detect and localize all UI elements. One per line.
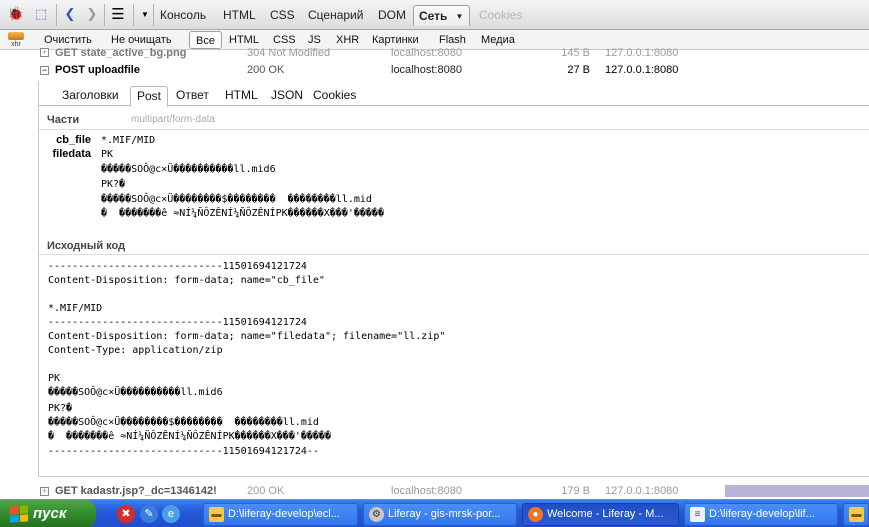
request-status: 200 OK xyxy=(247,485,285,497)
request-url: GET kadastr.jsp?_dc=1346142! xyxy=(55,485,217,497)
collapse-toggle[interactable]: − xyxy=(40,66,49,75)
part-value-line: *.MIF/MID xyxy=(101,135,156,146)
taskbar-window-liferay-console[interactable]: ⚙ Liferay - gis-mrsk-por... xyxy=(363,503,517,526)
part-name-filedata: filedata xyxy=(52,148,91,160)
windows-logo-icon xyxy=(10,505,28,523)
tab-headers[interactable]: Заголовки xyxy=(56,86,125,106)
section-divider xyxy=(39,129,869,130)
firefox-icon: ● xyxy=(528,507,543,522)
tab-dom[interactable]: DOM xyxy=(373,5,411,26)
source-line: Content-Disposition: form-data; name="fi… xyxy=(48,331,446,342)
source-line: PK?� xyxy=(48,403,73,414)
source-line: *.MIF/MID xyxy=(48,303,103,314)
parts-title: Части xyxy=(47,114,80,126)
part-value-line: PK?� xyxy=(101,179,126,190)
source-line: Content-Disposition: form-data; name="cb… xyxy=(48,275,325,286)
parts-content-type: multipart/form-data xyxy=(131,114,215,125)
part-value-line: �����SOÔ@c×Ü��������$�������� ��������ll… xyxy=(101,194,372,205)
quicklaunch-eclipse-icon[interactable]: ✎ xyxy=(140,505,158,523)
gear-icon: ⚙ xyxy=(369,507,384,522)
taskbar-window-firefox[interactable]: ● Welcome - Liferay - M... xyxy=(522,503,679,526)
request-details-panel: Заголовки Post Ответ HTML JSON Cookies Ч… xyxy=(38,81,869,477)
request-status: 304 Not Modified xyxy=(247,47,331,59)
start-button[interactable]: пуск xyxy=(0,500,96,527)
request-status: 200 OK xyxy=(247,64,285,76)
quicklaunch-app-icon[interactable]: ✖ xyxy=(117,505,135,523)
part-name-cb-file: cb_file xyxy=(56,134,91,146)
tab-net-label: Сеть xyxy=(419,9,448,23)
folder-icon: ▬ xyxy=(209,507,224,522)
start-label: пуск xyxy=(33,505,67,522)
request-domain: localhost:8080 xyxy=(391,47,462,59)
task-label: Liferay - gis-mrsk-por... xyxy=(388,508,501,520)
inspect-icon[interactable]: ⬚ xyxy=(31,4,51,24)
menu-dropdown-icon[interactable]: ▼ xyxy=(135,4,155,24)
details-tab-strip: Заголовки Post Ответ HTML JSON Cookies xyxy=(39,84,869,107)
forward-arrow-icon[interactable]: ❯ xyxy=(82,4,102,24)
source-line: -----------------------------11501694121… xyxy=(48,261,307,272)
menu-list-icon[interactable]: ☰ xyxy=(108,4,128,24)
tab-post[interactable]: Post xyxy=(130,86,169,107)
timeline-bar xyxy=(725,485,869,497)
xhr-label: xhr xyxy=(11,41,21,48)
tab-script[interactable]: Сценарий xyxy=(303,5,368,26)
tab-response[interactable]: Ответ xyxy=(170,86,215,106)
toolbar-separator xyxy=(133,4,134,26)
taskbar-window-notepad[interactable]: ≡ D:\liferay-develop\lif... xyxy=(684,503,838,526)
source-line: �����SOÔ@c×Ü����������ll.mid6 xyxy=(48,387,223,398)
request-size: 179 B xyxy=(561,485,590,497)
tab-console[interactable]: Консоль xyxy=(155,5,211,26)
tab-html[interactable]: HTML xyxy=(218,5,261,26)
tab-json[interactable]: JSON xyxy=(265,86,309,106)
tab-details-html[interactable]: HTML xyxy=(219,86,264,106)
notepad-icon: ≡ xyxy=(690,507,705,522)
taskbar-window-overflow[interactable]: ▬ xyxy=(843,503,869,526)
toolbar-separator xyxy=(104,4,105,26)
toolbar-separator xyxy=(153,4,154,26)
task-label: D:\liferay-develop\lif... xyxy=(709,508,815,520)
request-ip: 127.0.0.1:8080 xyxy=(605,64,679,76)
source-title: Исходный код xyxy=(47,240,126,252)
task-label: D:\liferay-develop\ecl... xyxy=(228,508,340,520)
expand-toggle[interactable]: + xyxy=(40,48,49,57)
firebug-toolbar: 🐞 ⬚ ❮ ❯ ☰ ▼ Консоль HTML CSS Сценарий DO… xyxy=(0,0,869,30)
xhr-icon: xhr xyxy=(8,32,24,49)
request-domain: localhost:8080 xyxy=(391,485,462,497)
request-ip: 127.0.0.1:8080 xyxy=(605,47,679,59)
source-line: �����SOÔ@c×Ü��������$�������� ��������ll… xyxy=(48,417,319,428)
part-value-line: �����SOÔ@c×Ü����������ll.mid6 xyxy=(101,164,276,175)
request-size: 145 B xyxy=(561,47,590,59)
task-label: Welcome - Liferay - M... xyxy=(547,508,664,520)
section-divider xyxy=(39,254,869,255)
quicklaunch-browser-icon[interactable]: e xyxy=(162,505,180,523)
taskbar-window-explorer[interactable]: ▬ D:\liferay-develop\ecl... xyxy=(203,503,358,526)
request-ip: 127.0.0.1:8080 xyxy=(605,485,679,497)
request-row[interactable]: + GET state_active_bg.png 304 Not Modifi… xyxy=(30,47,869,60)
source-line: Content-Type: application/zip xyxy=(48,345,223,356)
tab-details-cookies[interactable]: Cookies xyxy=(307,86,362,106)
source-line: � �������ê ≈NÍ¼ÑÔZÊNÍ¼ÑÔZÊNÍPK������X���… xyxy=(48,431,331,442)
tab-cookies[interactable]: Cookies xyxy=(474,5,527,26)
net-dropdown-icon[interactable]: ▼ xyxy=(456,6,464,27)
request-row-selected[interactable]: − POST uploadfile 200 OK localhost:8080 … xyxy=(30,62,869,79)
source-line: -----------------------------11501694121… xyxy=(48,317,307,328)
part-value-line: � �������ê ≈NÍ¼ÑÔZÊNÍ¼ÑÔZÊNÍPK������X���… xyxy=(101,208,384,219)
source-line: -----------------------------11501694121… xyxy=(48,446,319,457)
tab-net[interactable]: Сеть ▼ xyxy=(413,5,471,27)
windows-taskbar: пуск ✖ ✎ e ▬ D:\liferay-develop\ecl... ⚙… xyxy=(0,499,869,527)
request-url: GET state_active_bg.png xyxy=(55,47,187,59)
part-value-line: PK xyxy=(101,149,114,160)
request-size: 27 B xyxy=(567,64,590,76)
source-line: PK xyxy=(48,373,61,384)
request-domain: localhost:8080 xyxy=(391,64,462,76)
firebug-icon[interactable]: 🐞 xyxy=(6,4,26,24)
folder-icon: ▬ xyxy=(849,507,864,522)
request-url: POST uploadfile xyxy=(55,64,140,76)
back-arrow-icon[interactable]: ❮ xyxy=(60,4,80,24)
tab-css[interactable]: CSS xyxy=(265,5,300,26)
toolbar-separator xyxy=(56,4,57,26)
expand-toggle[interactable]: + xyxy=(40,487,49,496)
